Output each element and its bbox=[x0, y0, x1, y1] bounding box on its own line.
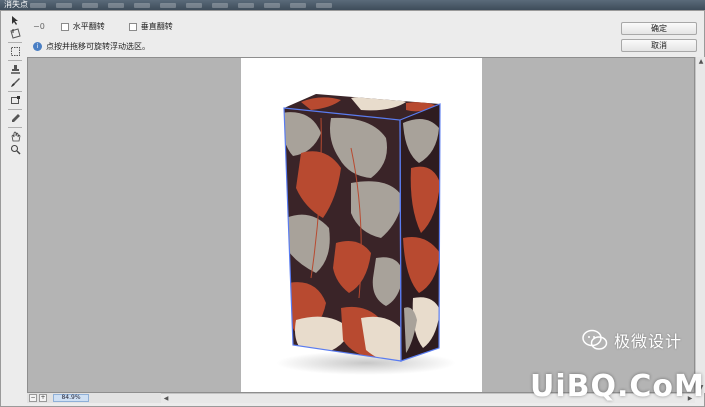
zoom-level[interactable]: 84.9% bbox=[53, 394, 89, 402]
ok-button[interactable]: 确定 bbox=[621, 22, 697, 35]
zoom-out-button[interactable]: − bbox=[29, 394, 37, 402]
zoom-in-button[interactable]: + bbox=[39, 394, 47, 402]
info-icon: i bbox=[33, 42, 42, 51]
tool-panel bbox=[5, 15, 25, 155]
scroll-left-icon[interactable]: ◀ bbox=[162, 395, 170, 403]
marquee-icon[interactable] bbox=[8, 46, 22, 57]
zoom-icon[interactable] bbox=[8, 144, 22, 155]
tool-indicator: −0 bbox=[33, 22, 45, 31]
site-watermark: UiBQ.CoM bbox=[530, 369, 705, 404]
brush-icon[interactable] bbox=[8, 77, 22, 88]
status-bar: − + 84.9% bbox=[27, 393, 161, 403]
options-bar: −0 水平翻转 垂直翻转 i 点按并拖移可旋转浮动选区。 bbox=[27, 11, 617, 55]
flip-horizontal-checkbox[interactable] bbox=[60, 22, 69, 31]
wechat-icon bbox=[582, 329, 608, 350]
flip-horizontal-label: 水平翻转 bbox=[72, 22, 105, 31]
cancel-button[interactable]: 取消 bbox=[621, 39, 697, 52]
scroll-up-icon[interactable]: ▲ bbox=[697, 58, 705, 66]
window-title: 消失点 bbox=[4, 0, 28, 9]
vertical-scrollbar[interactable]: ▲ ▼ bbox=[695, 57, 705, 393]
hand-icon[interactable] bbox=[8, 131, 22, 142]
flip-vertical-label: 垂直翻转 bbox=[140, 22, 173, 31]
blurred-menu bbox=[30, 0, 332, 8]
title-bar: 消失点 bbox=[0, 0, 705, 10]
hint-text: 点按并拖移可旋转浮动选区。 bbox=[46, 42, 150, 51]
edit-plane-icon[interactable] bbox=[8, 15, 22, 26]
flip-vertical-checkbox[interactable] bbox=[128, 22, 137, 31]
stamp-icon[interactable] bbox=[8, 64, 22, 75]
create-plane-icon[interactable] bbox=[8, 28, 22, 39]
transform-icon[interactable] bbox=[8, 95, 22, 106]
watermark-text: 极微设计 bbox=[614, 332, 683, 351]
watermark: 极微设计 bbox=[582, 328, 682, 352]
box-artwork bbox=[276, 94, 456, 375]
eyedropper-icon[interactable] bbox=[8, 113, 22, 124]
document-canvas[interactable] bbox=[241, 58, 482, 392]
